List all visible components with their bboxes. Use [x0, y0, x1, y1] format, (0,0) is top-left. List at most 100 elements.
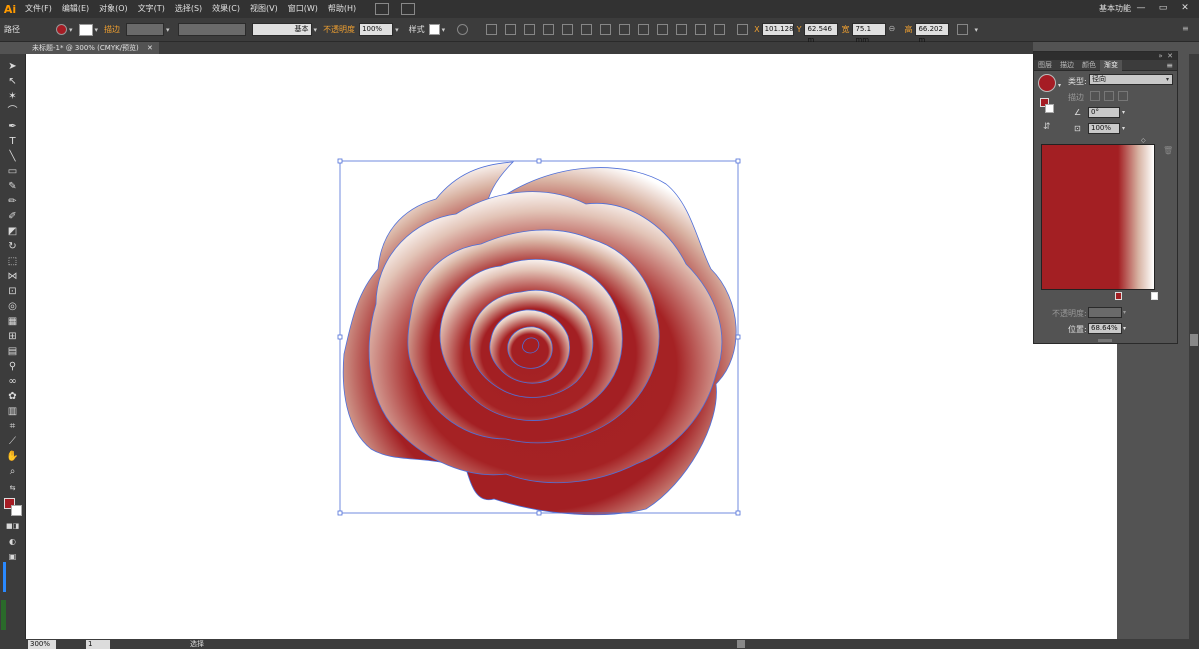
rotate-tool-icon[interactable]: ↻	[6, 240, 19, 253]
line-tool-icon[interactable]: ╲	[6, 150, 19, 163]
bridge-icon[interactable]	[375, 3, 390, 15]
panel-resize-grip[interactable]	[1098, 339, 1112, 342]
graph-tool-icon[interactable]: ▥	[6, 405, 19, 418]
center-bud[interactable]	[522, 337, 540, 354]
menu-help[interactable]: 帮助(H)	[323, 0, 361, 18]
slice-tool-icon[interactable]: ⟋	[6, 435, 19, 448]
artboard-canvas[interactable]	[26, 54, 1117, 639]
type-tool-icon[interactable]: T	[6, 135, 19, 148]
pencil-icon[interactable]: ✏	[6, 195, 19, 208]
stroke-swatch[interactable]	[78, 23, 93, 36]
tab-layers[interactable]: 图层	[1034, 60, 1056, 71]
tab-stroke[interactable]: 描边	[1056, 60, 1078, 71]
distribute-middle-icon[interactable]	[638, 24, 650, 35]
height-field[interactable]: 66.202 m	[915, 23, 950, 44]
menu-window[interactable]: 窗口(W)	[283, 0, 323, 18]
vertical-scroll-thumb[interactable]	[1190, 334, 1198, 346]
link-icon[interactable]: ⊖	[888, 24, 899, 35]
stroke-color-box[interactable]	[11, 505, 22, 516]
chevron-down-icon[interactable]: ▾	[1123, 325, 1126, 332]
chevron-down-icon[interactable]: ▾	[166, 26, 170, 34]
chevron-down-icon[interactable]: ▾	[95, 26, 99, 34]
blend-tool-icon[interactable]: ∞	[6, 375, 19, 388]
menu-view[interactable]: 视图(V)	[245, 0, 283, 18]
chevron-down-icon[interactable]: ▾	[395, 26, 399, 34]
scale-tool-icon[interactable]: ⬚	[6, 255, 19, 268]
resize-handle[interactable]	[536, 158, 542, 164]
align-left-icon[interactable]	[505, 24, 517, 35]
chevron-down-icon[interactable]: ▾	[69, 26, 73, 34]
resize-handle[interactable]	[735, 158, 741, 164]
rose-artwork[interactable]	[26, 54, 1117, 639]
fill-swatch[interactable]	[56, 24, 67, 35]
align-middle-icon[interactable]	[581, 24, 593, 35]
lasso-icon[interactable]: ⌒	[6, 105, 19, 118]
distribute-top-icon[interactable]	[619, 24, 631, 35]
menu-select[interactable]: 选择(S)	[170, 0, 207, 18]
restore-button[interactable]: ▭	[1156, 2, 1170, 14]
menu-file[interactable]: 文件(F)	[20, 0, 57, 18]
align-center-icon[interactable]	[524, 24, 536, 35]
perspective-grid-icon[interactable]: ▦	[6, 315, 19, 328]
draw-mode-icon[interactable]: ◐	[6, 535, 19, 548]
stroke-box-icon[interactable]	[1045, 104, 1054, 113]
blob-brush-icon[interactable]: ✐	[6, 210, 19, 223]
chevron-down-icon[interactable]: ▾	[974, 26, 978, 34]
gradient-fill-thumbnail[interactable]	[1038, 74, 1056, 92]
distribute-bottom-icon[interactable]	[657, 24, 669, 35]
chevron-down-icon[interactable]: ▾	[1122, 125, 1125, 132]
color-mode-icon[interactable]: ■◨	[6, 520, 19, 533]
resize-handle[interactable]	[735, 510, 741, 516]
opacity-label[interactable]: 不透明度	[319, 24, 359, 35]
location-field[interactable]: 68.64%	[1088, 323, 1122, 334]
chevron-down-icon[interactable]: ▾	[1122, 109, 1125, 116]
tab-color[interactable]: 颜色	[1078, 60, 1100, 71]
chevron-down-icon[interactable]: ▾	[1123, 309, 1126, 316]
recolor-icon[interactable]	[457, 24, 469, 35]
eraser-icon[interactable]: ◩	[6, 225, 19, 238]
stroke-label[interactable]: 描边	[100, 24, 124, 35]
vertical-scrollbar[interactable]	[1189, 54, 1199, 639]
x-field[interactable]: 101.128	[761, 23, 794, 36]
gradient-tool-icon[interactable]: ▤	[6, 345, 19, 358]
mesh-tool-icon[interactable]: ⊞	[6, 330, 19, 343]
align-bottom-icon[interactable]	[600, 24, 612, 35]
hand-tool-icon[interactable]: ✋	[6, 450, 19, 463]
selection-tool-icon[interactable]: ➤	[6, 60, 19, 73]
eyedropper-icon[interactable]: ⚲	[6, 360, 19, 373]
stroke-gradient-along-icon[interactable]	[1104, 91, 1114, 101]
variable-width-field[interactable]	[177, 23, 246, 36]
width-field[interactable]: 75.1 mm	[852, 23, 887, 44]
gradient-stop-1[interactable]	[1115, 292, 1122, 300]
paintbrush-icon[interactable]: ✎	[6, 180, 19, 193]
align-right-icon[interactable]	[543, 24, 555, 35]
reverse-gradient-icon[interactable]: ⇵	[1043, 122, 1051, 132]
opacity-field[interactable]: 100%	[359, 23, 394, 36]
stroke-gradient-across-icon[interactable]	[1118, 91, 1128, 101]
distribute-left-icon[interactable]	[676, 24, 688, 35]
midpoint-diamond-icon[interactable]: ◇	[1141, 137, 1146, 144]
resize-handle[interactable]	[337, 334, 343, 340]
close-icon[interactable]: ✕	[147, 44, 153, 52]
close-button[interactable]: ✕	[1178, 2, 1192, 14]
screen-mode-icon[interactable]: ▣	[6, 550, 19, 563]
artboard-tool-icon[interactable]: ⌗	[6, 420, 19, 433]
direct-selection-tool-icon[interactable]: ↖	[6, 75, 19, 88]
panel-menu-icon[interactable]: ≡	[1182, 24, 1193, 35]
aspect-ratio-field[interactable]: 100%	[1088, 123, 1120, 134]
gradient-slider-preview[interactable]	[1041, 144, 1155, 290]
rectangle-tool-icon[interactable]: ▭	[6, 165, 19, 178]
width-tool-icon[interactable]: ⋈	[6, 270, 19, 283]
menu-effect[interactable]: 效果(C)	[207, 0, 245, 18]
delete-stop-icon[interactable]: 🗑	[1163, 146, 1173, 155]
y-field[interactable]: 62.546 m	[804, 23, 839, 44]
chevron-down-icon[interactable]: ▾	[442, 26, 446, 34]
menu-object[interactable]: 对象(O)	[94, 0, 133, 18]
graphic-style-swatch[interactable]	[428, 24, 440, 35]
resize-handle[interactable]	[337, 510, 343, 516]
document-tab[interactable]: 未标题-1* @ 300% (CMYK/预览) ✕	[26, 42, 159, 54]
zoom-field[interactable]: 300%	[28, 639, 56, 649]
zoom-tool-icon[interactable]: ⌕	[6, 465, 19, 478]
pen-tool-icon[interactable]: ✒	[6, 120, 19, 133]
resize-handle[interactable]	[735, 334, 741, 340]
